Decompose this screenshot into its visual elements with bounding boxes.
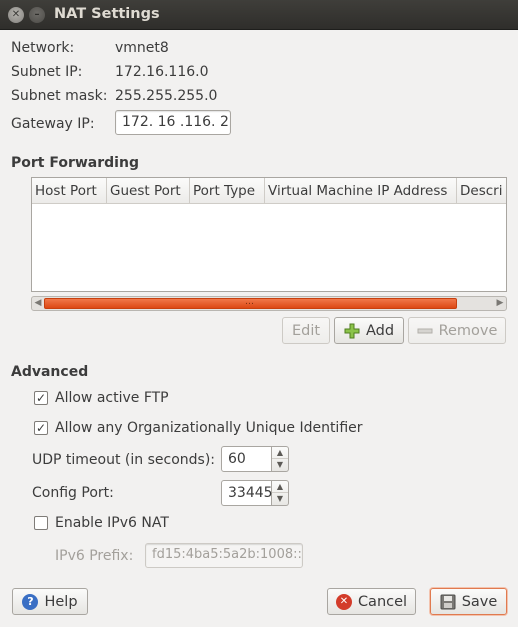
chevron-down-icon[interactable]: ▼	[272, 459, 288, 471]
advanced-heading: Advanced	[11, 364, 89, 380]
column-header-description[interactable]: Descri	[457, 178, 506, 204]
chevron-up-icon[interactable]: ▲	[272, 481, 288, 493]
cancel-button[interactable]: ✕ Cancel	[327, 588, 416, 615]
config-port-label: Config Port:	[32, 485, 114, 501]
config-port-stepper[interactable]: ▲ ▼	[272, 480, 289, 506]
port-forwarding-table[interactable]: Host Port Guest Port Port Type Virtual M…	[31, 177, 507, 292]
add-button-label: Add	[365, 322, 395, 339]
scrollbar-grip: …	[245, 297, 254, 307]
minus-icon	[417, 328, 433, 333]
udp-timeout-input[interactable]: 60	[221, 446, 272, 472]
udp-timeout-stepper[interactable]: ▲ ▼	[272, 446, 289, 472]
save-button-label: Save	[461, 593, 498, 610]
scroll-right-arrow-icon[interactable]: ▶	[494, 297, 506, 310]
enable-ipv6-checkbox[interactable]	[34, 516, 48, 530]
close-icon[interactable]: ✕	[8, 7, 24, 23]
remove-button[interactable]: Remove	[408, 317, 506, 344]
config-port-input[interactable]: 33445	[221, 480, 273, 506]
window-title: NAT Settings	[54, 6, 160, 22]
chevron-down-icon[interactable]: ▼	[272, 493, 288, 505]
allow-oui-checkbox[interactable]: ✓	[34, 421, 48, 435]
udp-timeout-label: UDP timeout (in seconds):	[32, 452, 216, 468]
gateway-ip-input[interactable]: 172. 16 .116. 2	[115, 110, 231, 135]
table-header: Host Port Guest Port Port Type Virtual M…	[32, 178, 506, 204]
port-forwarding-heading: Port Forwarding	[11, 155, 139, 171]
cancel-icon: ✕	[335, 593, 352, 610]
subnet-ip-value: 172.16.116.0	[115, 64, 209, 80]
save-button[interactable]: Save	[430, 588, 507, 615]
allow-ftp-label[interactable]: Allow active FTP	[55, 390, 169, 406]
subnet-mask-value: 255.255.255.0	[115, 88, 218, 104]
scrollbar-thumb[interactable]: …	[44, 297, 457, 309]
help-button-label: Help	[44, 593, 78, 610]
edit-button[interactable]: Edit	[282, 317, 330, 344]
remove-button-label: Remove	[438, 322, 498, 339]
chevron-up-icon[interactable]: ▲	[272, 447, 288, 459]
enable-ipv6-label[interactable]: Enable IPv6 NAT	[55, 515, 169, 531]
network-value: vmnet8	[115, 40, 169, 56]
plus-icon	[344, 323, 360, 338]
ipv6-prefix-input[interactable]: fd15:4ba5:5a2b:1008::/	[145, 543, 303, 568]
add-button[interactable]: Add	[334, 317, 404, 344]
gateway-ip-label: Gateway IP:	[11, 116, 95, 132]
subnet-mask-label: Subnet mask:	[11, 88, 108, 104]
column-header-vm-ip-address[interactable]: Virtual Machine IP Address	[265, 178, 457, 204]
column-header-host-port[interactable]: Host Port	[32, 178, 107, 204]
edit-button-label: Edit	[291, 322, 321, 339]
allow-oui-label[interactable]: Allow any Organizationally Unique Identi…	[55, 420, 363, 436]
cancel-button-label: Cancel	[357, 593, 408, 610]
scroll-left-arrow-icon[interactable]: ◀	[32, 297, 44, 310]
help-icon: ?	[22, 593, 39, 610]
subnet-ip-label: Subnet IP:	[11, 64, 83, 80]
title-bar: ✕ – NAT Settings	[0, 0, 518, 30]
floppy-disk-icon	[440, 594, 456, 609]
help-button[interactable]: ? Help	[12, 588, 88, 615]
column-header-port-type[interactable]: Port Type	[190, 178, 265, 204]
table-horizontal-scrollbar[interactable]: ◀ … ▶	[31, 296, 507, 311]
ipv6-prefix-label: IPv6 Prefix:	[55, 548, 134, 564]
minimize-icon[interactable]: –	[29, 7, 45, 23]
allow-ftp-checkbox[interactable]: ✓	[34, 391, 48, 405]
network-label: Network:	[11, 40, 75, 56]
column-header-guest-port[interactable]: Guest Port	[107, 178, 190, 204]
